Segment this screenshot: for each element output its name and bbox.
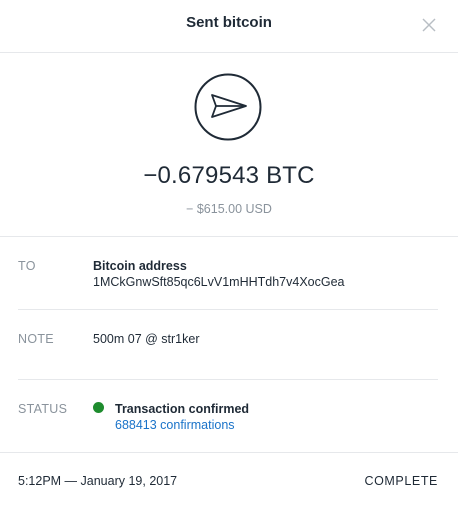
close-icon[interactable] bbox=[422, 18, 436, 32]
divider bbox=[18, 309, 438, 310]
bitcoin-address: 1MCkGnwSft85qc6LvV1mHHTdh7v4XocGea bbox=[93, 275, 345, 289]
status-indicator bbox=[93, 402, 104, 413]
status-text: Transaction confirmed bbox=[115, 402, 250, 416]
paper-plane-icon bbox=[194, 73, 262, 141]
btc-amount: −0.679543 BTC bbox=[143, 162, 315, 189]
divider bbox=[18, 379, 438, 380]
transaction-detail-modal: Sent bitcoin −0.679543 BTC − $615.00 USD… bbox=[0, 0, 458, 510]
note-label: NOTE bbox=[18, 332, 54, 346]
modal-header: Sent bitcoin bbox=[0, 0, 458, 53]
usd-amount: − $615.00 USD bbox=[186, 202, 272, 216]
confirmations-link[interactable]: 688413 confirmations bbox=[115, 418, 235, 432]
divider bbox=[0, 452, 458, 453]
status-label: STATUS bbox=[18, 402, 68, 416]
modal-title: Sent bitcoin bbox=[186, 14, 272, 31]
divider bbox=[0, 236, 458, 237]
transaction-status: COMPLETE bbox=[364, 474, 438, 488]
note-text: 500m 07 @ str1ker bbox=[93, 332, 200, 346]
transaction-datetime: 5:12PM — January 19, 2017 bbox=[18, 474, 178, 488]
recipient-type: Bitcoin address bbox=[93, 259, 187, 273]
to-label: TO bbox=[18, 259, 36, 273]
